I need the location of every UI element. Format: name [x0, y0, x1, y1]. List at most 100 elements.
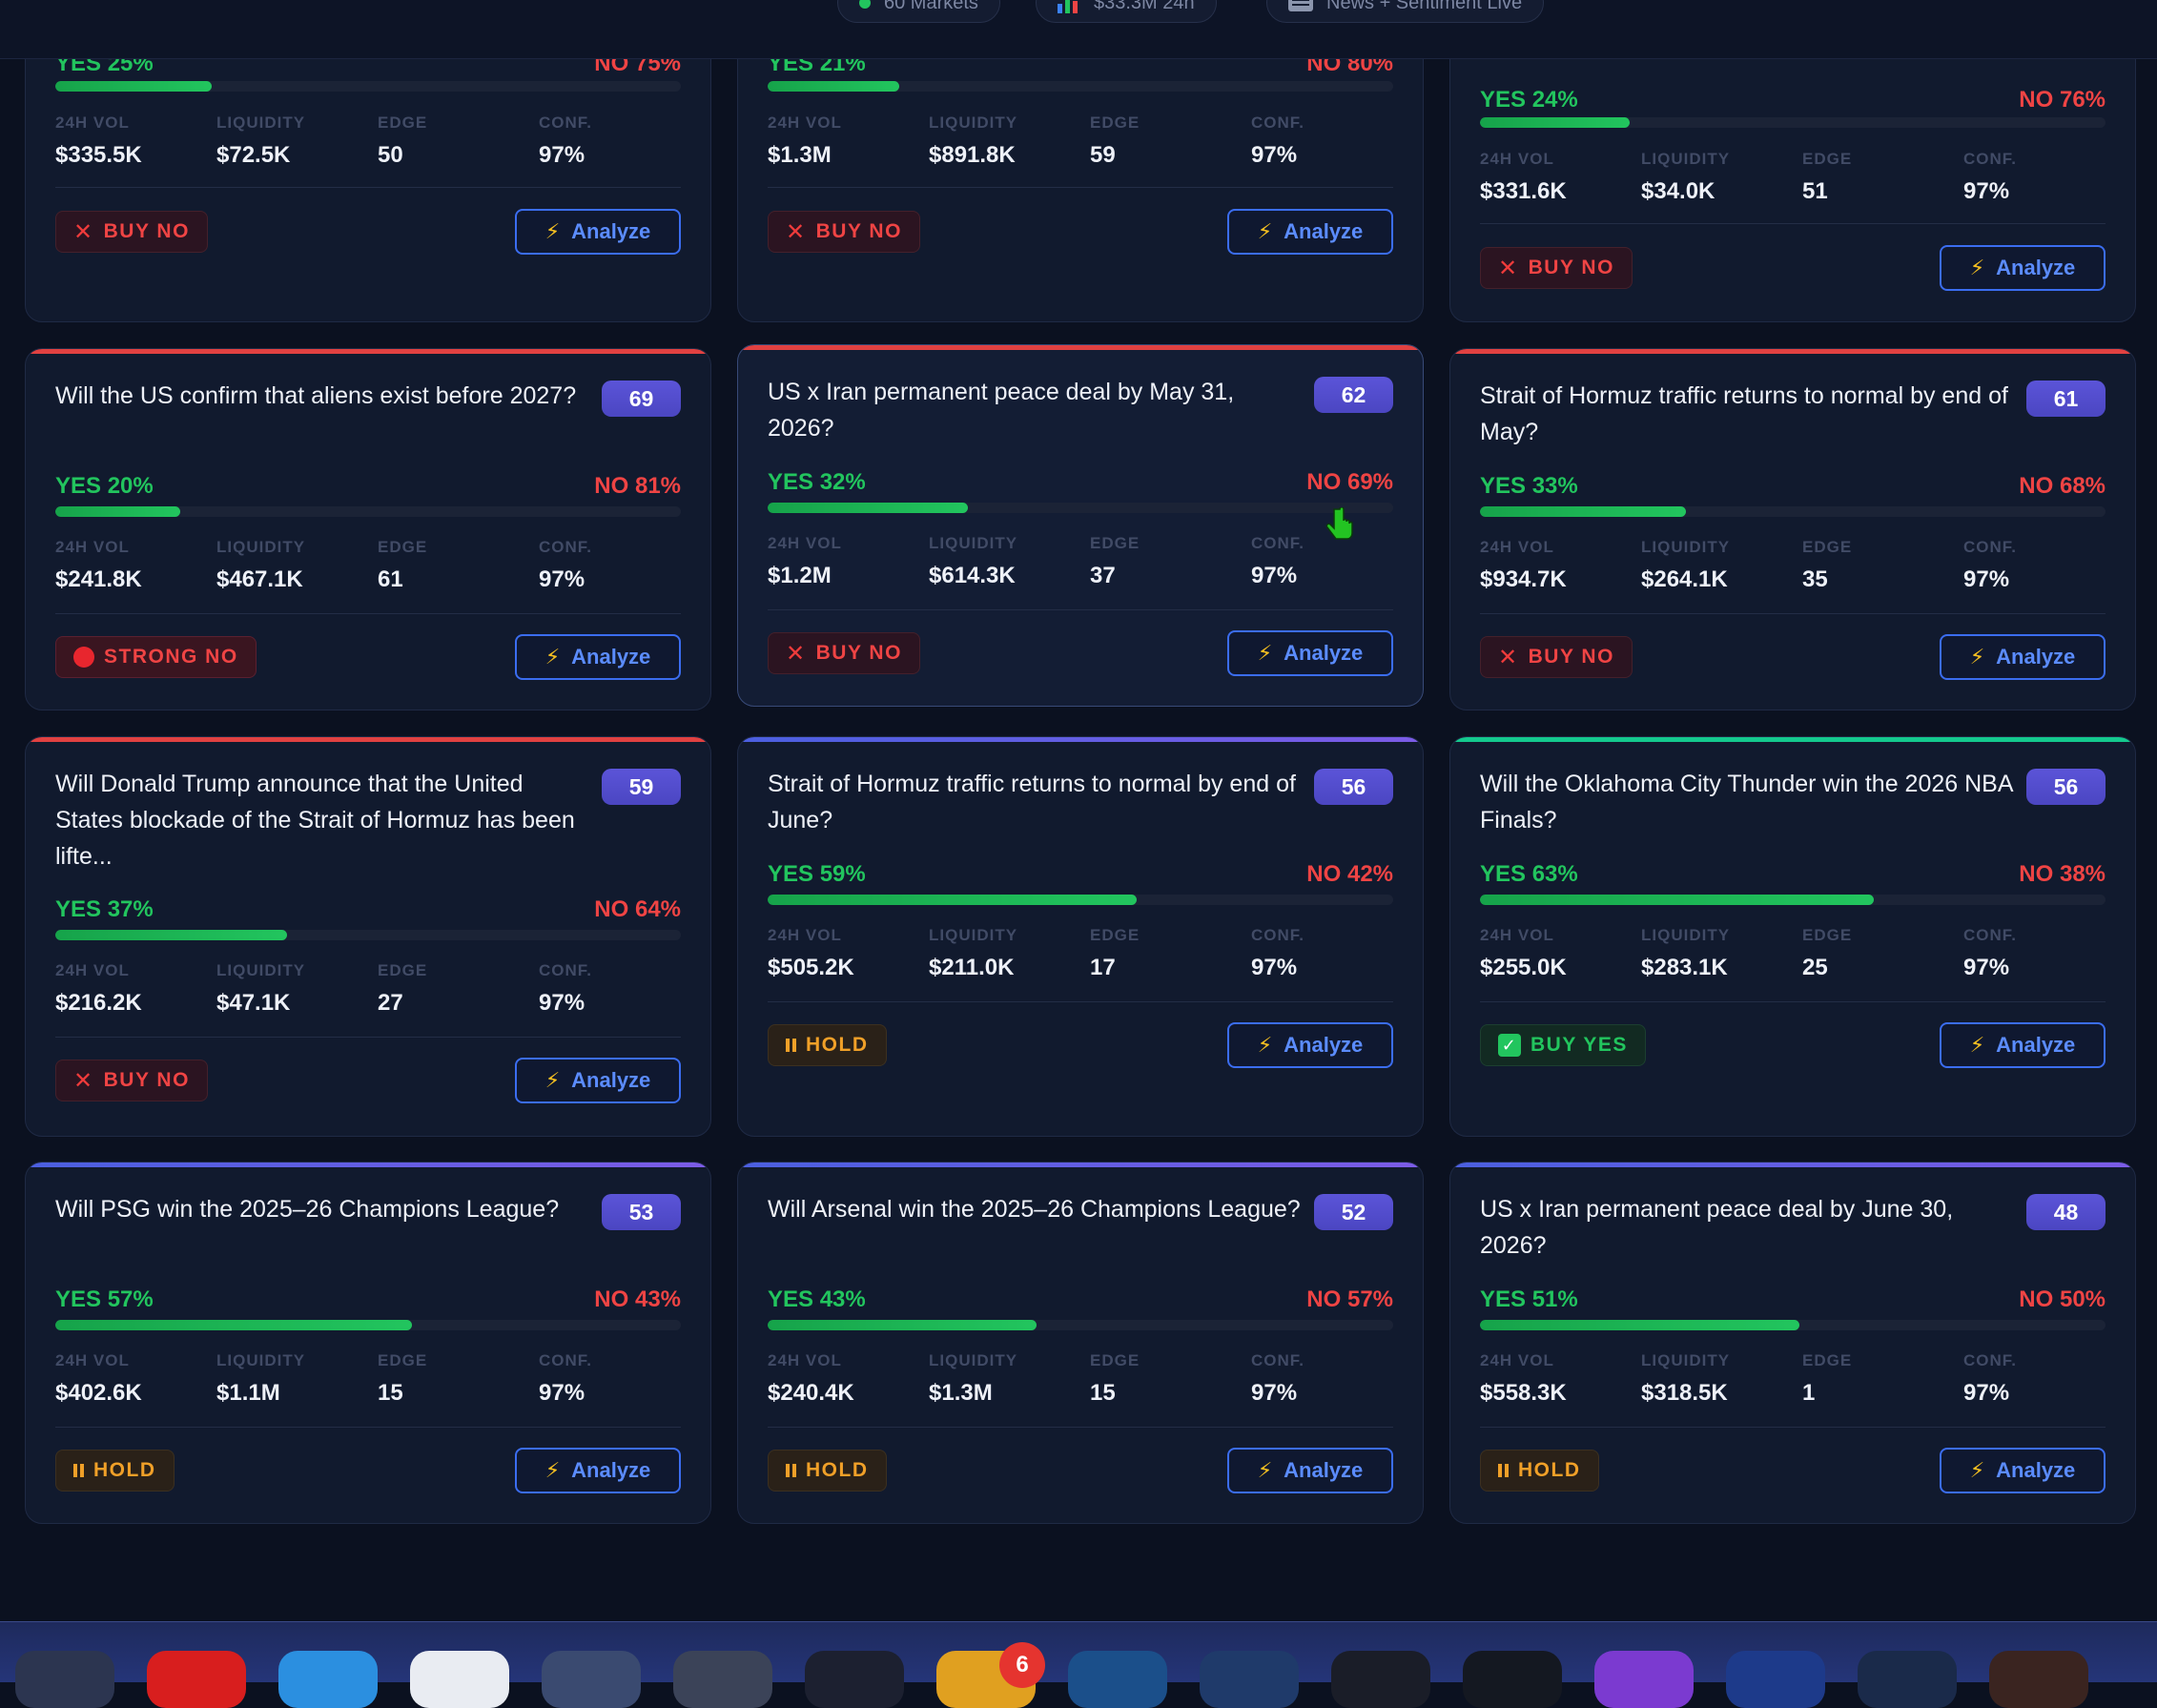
bolt-icon: ⚡: [1257, 219, 1273, 243]
analyze-button[interactable]: ⚡ Analyze: [1227, 630, 1393, 676]
app-icon[interactable]: [805, 1651, 904, 1708]
volume-pill[interactable]: $33.3M 24h: [1036, 0, 1217, 23]
probability-bar: [768, 1320, 1393, 1330]
stat-label-conf: CONF.: [1963, 1351, 2017, 1369]
card-stripe: [1450, 737, 2135, 742]
stat-liquidity: $1.3M: [929, 1380, 993, 1406]
x-icon: ✕: [73, 218, 94, 245]
signal-label: BUY NO: [1528, 257, 1614, 278]
analyze-button[interactable]: ⚡ Analyze: [1940, 634, 2106, 680]
probability-bar: [1480, 895, 2106, 905]
app-icon[interactable]: [542, 1651, 641, 1708]
stat-edge: 51: [1802, 178, 1828, 204]
red-circle-icon: [73, 647, 94, 668]
analyze-button[interactable]: ⚡ Analyze: [515, 209, 681, 255]
bolt-icon: ⚡: [1969, 1033, 1985, 1057]
terminal-app-icon[interactable]: [1463, 1651, 1562, 1708]
app-icon[interactable]: [1331, 1651, 1430, 1708]
signal-badge: ✕ BUY NO: [768, 211, 920, 253]
market-title[interactable]: Strait of Hormuz traffic returns to norm…: [1480, 378, 2014, 450]
stat-label-vol: 24H VOL: [768, 534, 842, 552]
app-icon[interactable]: [1068, 1651, 1167, 1708]
stat-liquidity: $318.5K: [1641, 1380, 1728, 1406]
analyze-button[interactable]: ⚡ Analyze: [1227, 1448, 1393, 1493]
market-title[interactable]: Will Arsenal win the 2025–26 Champions L…: [768, 1191, 1302, 1227]
stat-label-edge: EDGE: [378, 961, 428, 979]
app-icon[interactable]: [1989, 1651, 2088, 1708]
market-title[interactable]: Strait of Hormuz traffic returns to norm…: [768, 766, 1302, 838]
probability-bar: [768, 503, 1393, 513]
analyze-button[interactable]: ⚡ Analyze: [515, 1058, 681, 1103]
market-title[interactable]: Will PSG win the 2025–26 Champions Leagu…: [55, 1191, 589, 1227]
app-icon[interactable]: [147, 1651, 246, 1708]
stat-liquidity: $1.1M: [216, 1380, 280, 1406]
safari-app-icon[interactable]: [278, 1651, 378, 1708]
stats-row: 24H VOL $335.5K LIQUIDITY $72.5K EDGE 50 CO…: [55, 113, 681, 168]
market-card: Strait of Hormuz traffic returns to norm…: [1449, 348, 2136, 710]
news-pill[interactable]: News + Sentiment Live: [1266, 0, 1545, 23]
app-icon[interactable]: [1200, 1651, 1299, 1708]
signal-label: BUY YES: [1530, 1034, 1628, 1056]
signal-label: HOLD: [93, 1459, 156, 1481]
stat-edge: 17: [1090, 955, 1116, 980]
bolt-icon: ⚡: [1257, 641, 1273, 665]
stat-label-conf: CONF.: [1963, 538, 2017, 556]
market-title[interactable]: US x Iran permanent peace deal by June 3…: [1480, 1191, 2014, 1264]
probability-fill: [1480, 1320, 1799, 1330]
no-odds: NO 57%: [1306, 1286, 1393, 1312]
analyze-button[interactable]: ⚡ Analyze: [515, 634, 681, 680]
app-icon[interactable]: [1858, 1651, 1957, 1708]
market-title[interactable]: Will Donald Trump announce that the Unit…: [55, 766, 589, 875]
os-dock: [0, 1621, 2157, 1708]
analyze-label: Analyze: [1284, 641, 1364, 665]
analyze-label: Analyze: [1284, 1458, 1364, 1482]
x-icon: ✕: [73, 1067, 94, 1094]
app-icon[interactable]: [673, 1651, 772, 1708]
stat-label-liquidity: LIQUIDITY: [929, 113, 1018, 132]
pause-icon: [786, 1464, 796, 1477]
probability-bar: [1480, 506, 2106, 517]
score-badge: 48: [2026, 1194, 2106, 1230]
score-badge: 62: [1314, 377, 1393, 413]
app-icon[interactable]: [1726, 1651, 1825, 1708]
signal-badge: ✕ BUY NO: [55, 1060, 208, 1101]
stats-row: 24H VOL $255.0K LIQUIDITY $283.1K EDGE 25 C…: [1480, 926, 2106, 980]
stat-vol: $1.3M: [768, 142, 832, 168]
stat-label-vol: 24H VOL: [768, 926, 842, 944]
market-title[interactable]: Will the US confirm that aliens exist be…: [55, 378, 589, 414]
score-badge: 53: [602, 1194, 681, 1230]
market-title[interactable]: US x Iran permanent peace deal by May 31…: [768, 374, 1302, 446]
stat-label-conf: CONF.: [1251, 1351, 1304, 1369]
no-odds: NO 50%: [2019, 1286, 2106, 1312]
analyze-button[interactable]: ⚡ Analyze: [1940, 1448, 2106, 1493]
probability-fill: [1480, 895, 1875, 905]
finder-app-icon[interactable]: [15, 1651, 114, 1708]
markets-pill[interactable]: 60 Markets: [837, 0, 1000, 23]
market-title[interactable]: Will the Oklahoma City Thunder win the 2…: [1480, 766, 2014, 838]
check-icon: ✓: [1498, 1034, 1521, 1057]
stat-edge: 15: [378, 1380, 403, 1406]
analyze-button[interactable]: ⚡ Analyze: [1227, 1022, 1393, 1068]
stat-vol: $558.3K: [1480, 1380, 1567, 1406]
probability-bar: [768, 895, 1393, 905]
stat-label-liquidity: LIQUIDITY: [1641, 926, 1731, 944]
divider: [55, 1037, 681, 1038]
analyze-button[interactable]: ⚡ Analyze: [1227, 209, 1393, 255]
divider: [768, 1001, 1393, 1002]
app-icon[interactable]: [410, 1651, 509, 1708]
analyze-button[interactable]: ⚡ Analyze: [515, 1448, 681, 1493]
odds-row: YES 37% NO 64%: [55, 896, 681, 925]
analyze-button[interactable]: ⚡ Analyze: [1940, 1022, 2106, 1068]
stat-label-edge: EDGE: [378, 113, 428, 132]
analyze-button[interactable]: ⚡ Analyze: [1940, 245, 2106, 291]
stat-vol: $331.6K: [1480, 178, 1567, 204]
stat-liquidity: $211.0K: [929, 955, 1015, 980]
x-icon: ✕: [786, 218, 807, 245]
analyze-label: Analyze: [1996, 1458, 2076, 1482]
signal-label: BUY NO: [103, 220, 190, 242]
yes-odds: YES 20%: [55, 473, 154, 499]
odds-row: YES 57% NO 43%: [55, 1286, 681, 1315]
signal-badge: ✕ BUY NO: [1480, 636, 1633, 678]
stat-label-vol: 24H VOL: [768, 113, 842, 132]
app-icon[interactable]: [1594, 1651, 1694, 1708]
